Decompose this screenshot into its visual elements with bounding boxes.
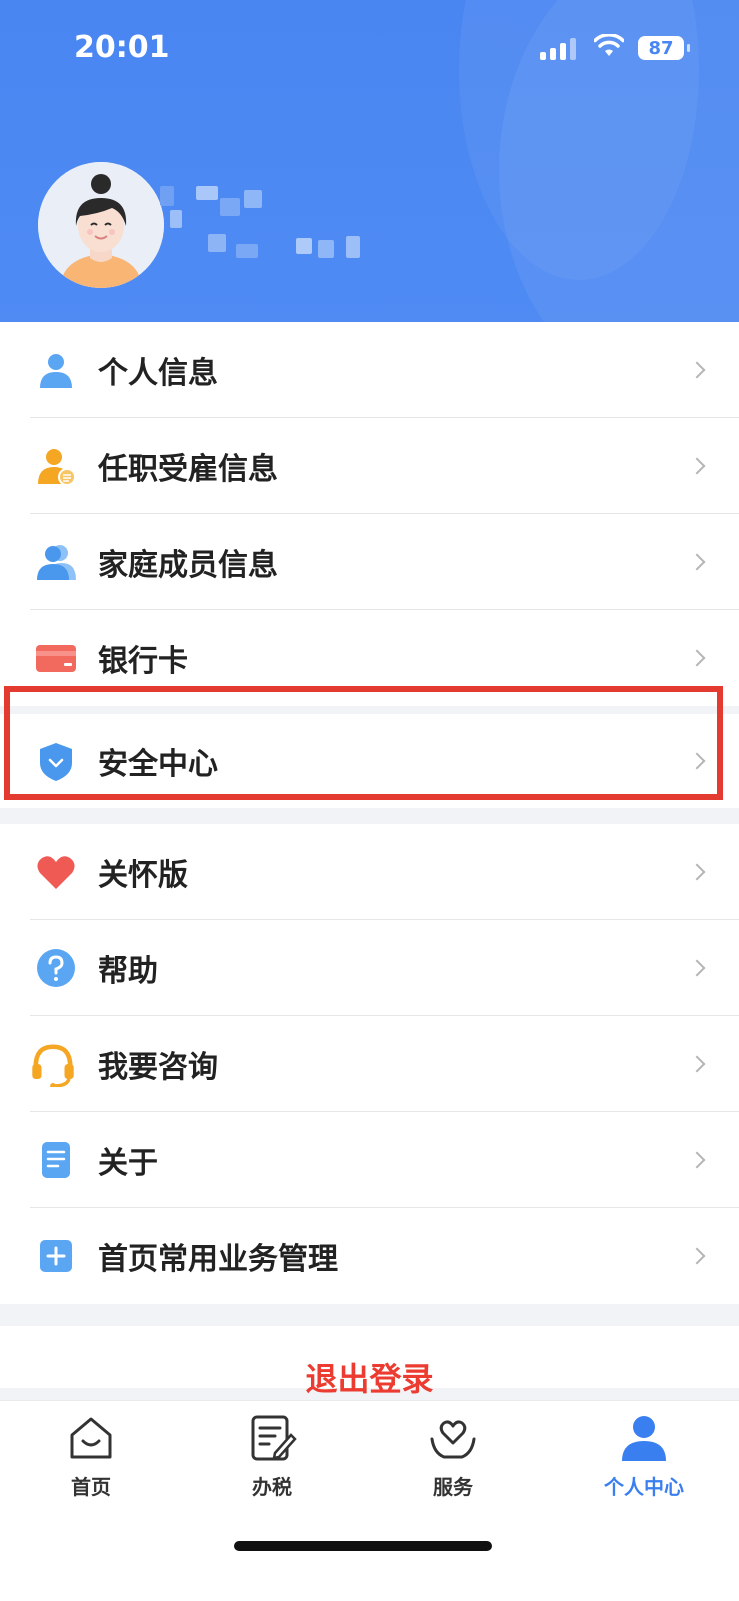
tab-label: 服务 [433, 1475, 473, 1499]
family-icon [37, 545, 76, 580]
employment-icon [38, 449, 76, 486]
menu-item-label: 个人信息 [98, 356, 218, 391]
home-indicator [234, 1541, 492, 1551]
menu-item-label: 帮助 [98, 954, 158, 989]
service-heart-icon [430, 1420, 476, 1459]
menu-item-label: 银行卡 [98, 644, 188, 679]
tab-tax[interactable]: 办税 [222, 1413, 322, 1499]
chevron-right-icon [688, 649, 706, 667]
tab-home[interactable]: 首页 [41, 1413, 141, 1499]
edit-document-icon [251, 1415, 297, 1461]
chevron-right-icon [688, 457, 706, 475]
tab-label: 办税 [252, 1475, 292, 1499]
document-icon [42, 1142, 70, 1178]
headset-icon [32, 1044, 74, 1087]
chevron-right-icon [688, 553, 706, 571]
chevron-right-icon [688, 1247, 706, 1265]
wifi-icon [594, 34, 624, 56]
battery-indicator: 87 [638, 36, 690, 60]
menu-item-personal-info[interactable]: 个人信息 [0, 322, 739, 418]
bank-card-icon [36, 645, 76, 672]
menu-item-consult[interactable]: 我要咨询 [0, 1016, 739, 1112]
menu-item-label: 关于 [98, 1146, 158, 1181]
profile-header: 20:01 87 [0, 0, 739, 330]
tab-service[interactable]: 服务 [403, 1413, 503, 1499]
menu-item-employment-info[interactable]: 任职受雇信息 [0, 418, 739, 514]
tab-personal-center[interactable]: 个人中心 [584, 1413, 704, 1499]
menu-group-personal: 个人信息 任职受雇信息 家庭成员信息 银行卡 [0, 322, 739, 706]
chevron-right-icon [688, 863, 706, 881]
tab-bar: 首页 办税 服务 个人中心 [0, 1400, 739, 1601]
tab-label: 个人中心 [604, 1475, 684, 1499]
heart-icon [37, 856, 75, 889]
chevron-right-icon [688, 1151, 706, 1169]
home-icon [70, 1417, 112, 1459]
chevron-right-icon [688, 1055, 706, 1073]
person-center-icon [622, 1416, 666, 1461]
menu-item-label: 家庭成员信息 [98, 548, 278, 583]
status-time: 20:01 [74, 30, 170, 65]
menu-group-other: 关怀版 帮助 我要咨询 关于 首页常用业务管理 [0, 824, 739, 1304]
logout-button[interactable]: 退出登录 [0, 1326, 739, 1398]
menu-item-about[interactable]: 关于 [0, 1112, 739, 1208]
chevron-right-icon [688, 959, 706, 977]
menu-item-label: 首页常用业务管理 [98, 1242, 338, 1277]
chevron-right-icon [688, 361, 706, 379]
highlight-box [4, 686, 723, 800]
avatar[interactable] [38, 162, 164, 288]
status-bar: 20:01 87 [0, 28, 739, 72]
menu-item-family-info[interactable]: 家庭成员信息 [0, 514, 739, 610]
menu-item-help[interactable]: 帮助 [0, 920, 739, 1016]
menu-item-home-business-manage[interactable]: 首页常用业务管理 [0, 1208, 739, 1304]
logout-label: 退出登录 [305, 1360, 434, 1398]
plus-square-icon [40, 1240, 72, 1272]
menu-item-label: 任职受雇信息 [98, 452, 278, 487]
menu-item-label: 关怀版 [98, 858, 188, 893]
person-icon [40, 354, 72, 388]
menu-item-care-mode[interactable]: 关怀版 [0, 824, 739, 920]
help-icon [37, 949, 75, 987]
tab-label: 首页 [71, 1475, 111, 1499]
menu-item-label: 我要咨询 [98, 1050, 218, 1085]
female-avatar-icon [38, 162, 164, 288]
signal-icon [540, 38, 576, 60]
